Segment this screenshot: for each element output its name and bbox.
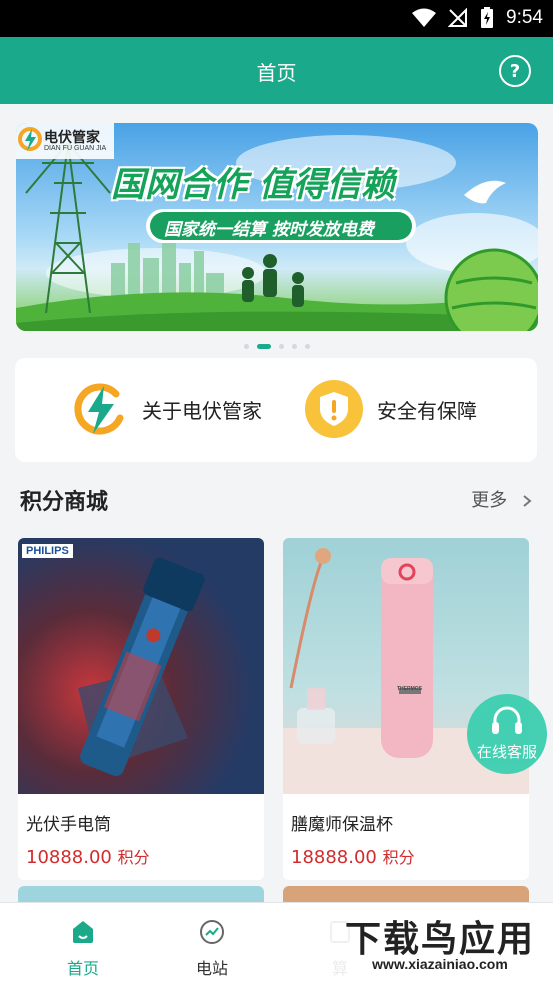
about-label: 关于电伏管家 bbox=[142, 398, 262, 423]
brand-badge: PHILIPS bbox=[22, 544, 73, 558]
tab-home[interactable]: 首页 bbox=[43, 919, 123, 979]
price-unit: 积分 bbox=[117, 848, 150, 867]
mall-section-title: 积分商城 bbox=[20, 490, 109, 515]
online-service-button[interactable]: 在线客服 bbox=[467, 694, 547, 774]
headset-icon bbox=[492, 706, 522, 734]
chevron-right-icon bbox=[523, 495, 532, 507]
banner-subline: 国家统一结算 按时发放电费 bbox=[164, 220, 374, 240]
product-name: 光伏手电筒 bbox=[26, 815, 111, 835]
status-time: 9:54 bbox=[506, 7, 543, 28]
watermark-url: www.xiazainiao.com bbox=[372, 956, 508, 972]
more-label: 更多 bbox=[471, 490, 508, 511]
online-service-label: 在线客服 bbox=[476, 743, 537, 761]
shield-icon bbox=[305, 380, 363, 438]
help-button[interactable]: ? bbox=[499, 55, 531, 87]
product-card[interactable]: PHILIPS 光伏手电筒 10888.00 积分 bbox=[18, 538, 264, 880]
no-signal-icon bbox=[448, 8, 468, 27]
promo-banner[interactable]: 电伏管家 DIAN FU GUAN JIA 国网合作 值得信赖 国家统一结算 按… bbox=[16, 123, 538, 331]
home-icon bbox=[73, 921, 93, 943]
station-chart-icon bbox=[200, 920, 224, 944]
watermark: 下载鸟应用 www.xiazainiao.com bbox=[330, 906, 550, 980]
brand-text: THERMOS bbox=[397, 686, 422, 692]
about-entry[interactable]: 关于电伏管家 bbox=[70, 380, 262, 438]
indicator-dot bbox=[243, 344, 249, 349]
security-label: 安全有保障 bbox=[377, 398, 477, 423]
tab-station-label: 电站 bbox=[195, 959, 228, 978]
price-value: 18888.00 bbox=[291, 847, 377, 868]
app-bar: 首页 ? bbox=[0, 37, 553, 104]
indicator-dot bbox=[291, 344, 297, 349]
product-name: 膳魔师保温杯 bbox=[291, 815, 393, 835]
banner-headline: 国网合作 值得信赖 bbox=[111, 165, 395, 205]
banner-page-indicator bbox=[0, 344, 553, 349]
tab-home-label: 首页 bbox=[66, 959, 99, 978]
watermark-title: 下载鸟应用 bbox=[344, 919, 535, 960]
battery-charging-icon bbox=[481, 7, 494, 28]
indicator-dot bbox=[304, 344, 310, 349]
indicator-dot bbox=[278, 344, 284, 349]
status-bar: 9:54 bbox=[0, 0, 553, 37]
indicator-dot-active bbox=[256, 344, 271, 349]
wifi-icon bbox=[412, 8, 437, 27]
banner-logo-pinyin: DIAN FU GUAN JIA bbox=[44, 145, 107, 152]
more-link[interactable]: 更多 bbox=[471, 486, 533, 512]
help-icon: ? bbox=[509, 60, 521, 82]
product-price: 18888.00 积分 bbox=[291, 844, 415, 868]
quick-entry-card: 关于电伏管家 安全有保障 bbox=[15, 358, 537, 462]
product-price: 10888.00 积分 bbox=[26, 844, 150, 868]
page-title: 首页 bbox=[256, 61, 297, 85]
lightning-logo-icon bbox=[74, 383, 124, 435]
security-entry[interactable]: 安全有保障 bbox=[305, 380, 477, 438]
tab-station[interactable]: 电站 bbox=[172, 919, 252, 979]
price-value: 10888.00 bbox=[26, 847, 112, 868]
banner-logo-name: 电伏管家 bbox=[44, 130, 100, 146]
price-unit: 积分 bbox=[382, 848, 415, 867]
product-image-flashlight: PHILIPS bbox=[18, 538, 264, 794]
